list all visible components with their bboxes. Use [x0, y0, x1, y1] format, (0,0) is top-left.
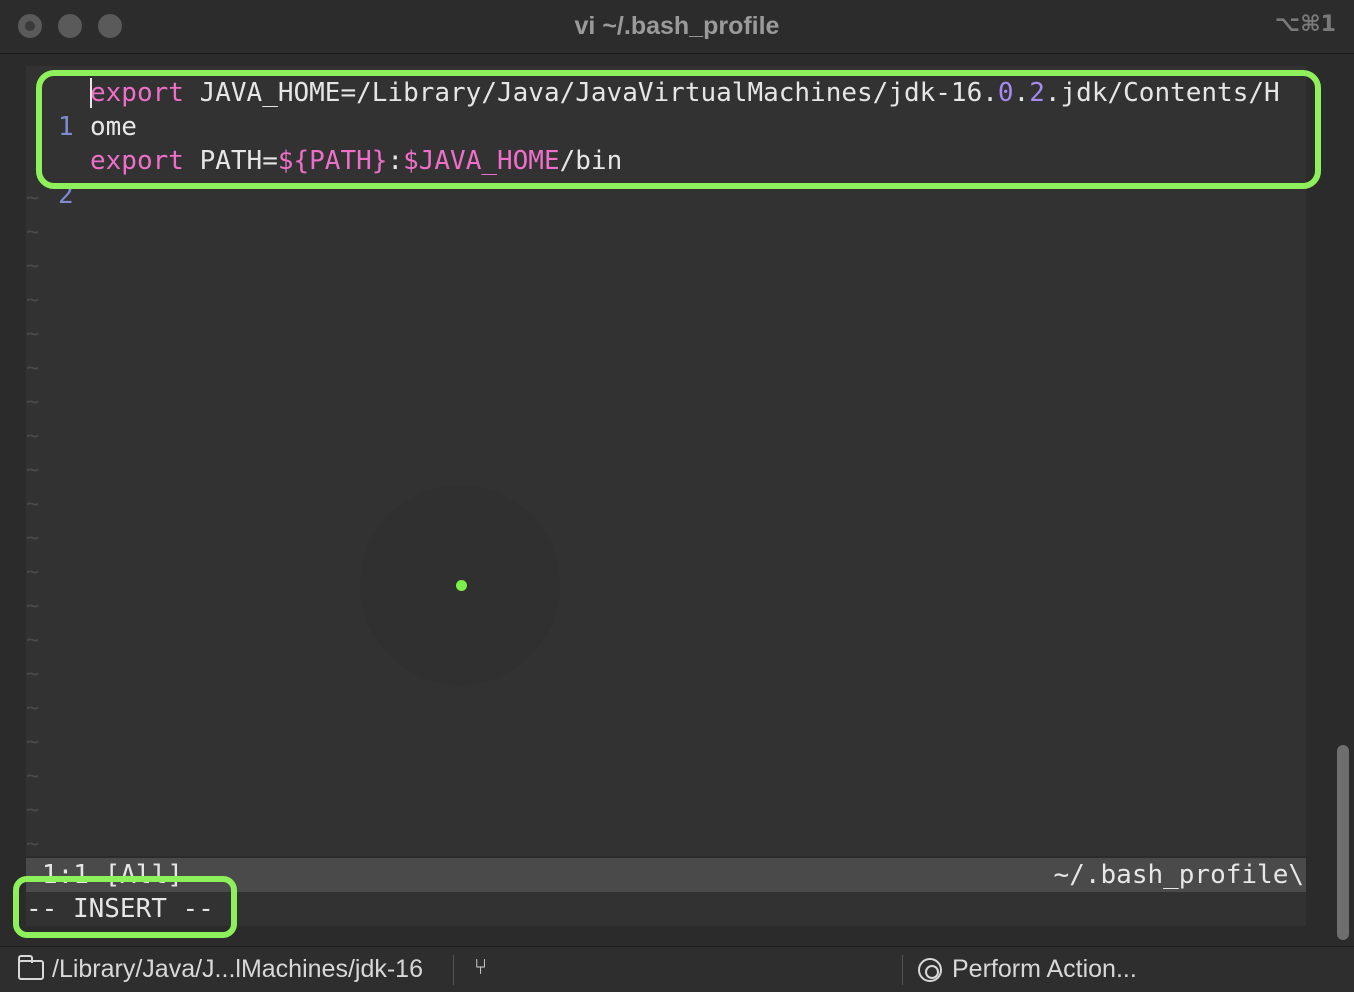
tilde-marker: ~	[26, 526, 40, 551]
tilde-marker: ~	[26, 832, 40, 857]
tilde-marker: ~	[26, 356, 40, 381]
tilde-marker: ~	[26, 764, 40, 789]
divider	[902, 955, 903, 985]
tilde-marker: ~	[26, 560, 40, 585]
tilde-marker: ~	[26, 390, 40, 415]
tilde-marker: ~	[26, 288, 40, 313]
window-shortcut: ⌥⌘1	[1274, 12, 1336, 37]
tilde-marker: ~	[26, 220, 40, 245]
tilde-marker: ~	[26, 254, 40, 279]
current-directory[interactable]: /Library/Java/J...lMachines/jdk-16	[52, 955, 423, 984]
tilde-marker: ~	[26, 322, 40, 347]
perform-action-button[interactable]: Perform Action...	[952, 955, 1137, 984]
statusline-filename: ~/.bash_profile\	[1053, 860, 1304, 890]
tilde-marker: ~	[26, 730, 40, 755]
right-margin	[1306, 66, 1330, 926]
divider	[453, 955, 454, 985]
git-branch-icon[interactable]: ⑂	[474, 955, 487, 980]
tilde-marker: ~	[26, 696, 40, 721]
pointer-dot	[456, 580, 467, 591]
highlight-box-code	[36, 70, 1321, 189]
tilde-marker: ~	[26, 662, 40, 687]
target-icon[interactable]	[918, 958, 942, 982]
tilde-marker: ~	[26, 458, 40, 483]
title-bar: vi ~/.bash_profile ⌥⌘1	[0, 0, 1354, 54]
tilde-marker: ~	[26, 424, 40, 449]
tilde-marker: ~	[26, 798, 40, 823]
tilde-marker: ~	[26, 628, 40, 653]
highlight-box-insert	[13, 876, 237, 938]
tilde-marker: ~	[26, 594, 40, 619]
terminal-status-bar: /Library/Java/J...lMachines/jdk-16 ⑂ Per…	[0, 946, 1354, 992]
scrollbar-thumb[interactable]	[1337, 745, 1349, 940]
tilde-marker: ~	[26, 186, 40, 211]
folder-icon[interactable]	[18, 955, 44, 980]
tilde-marker: ~	[26, 492, 40, 517]
window-title: vi ~/.bash_profile	[574, 12, 780, 40]
